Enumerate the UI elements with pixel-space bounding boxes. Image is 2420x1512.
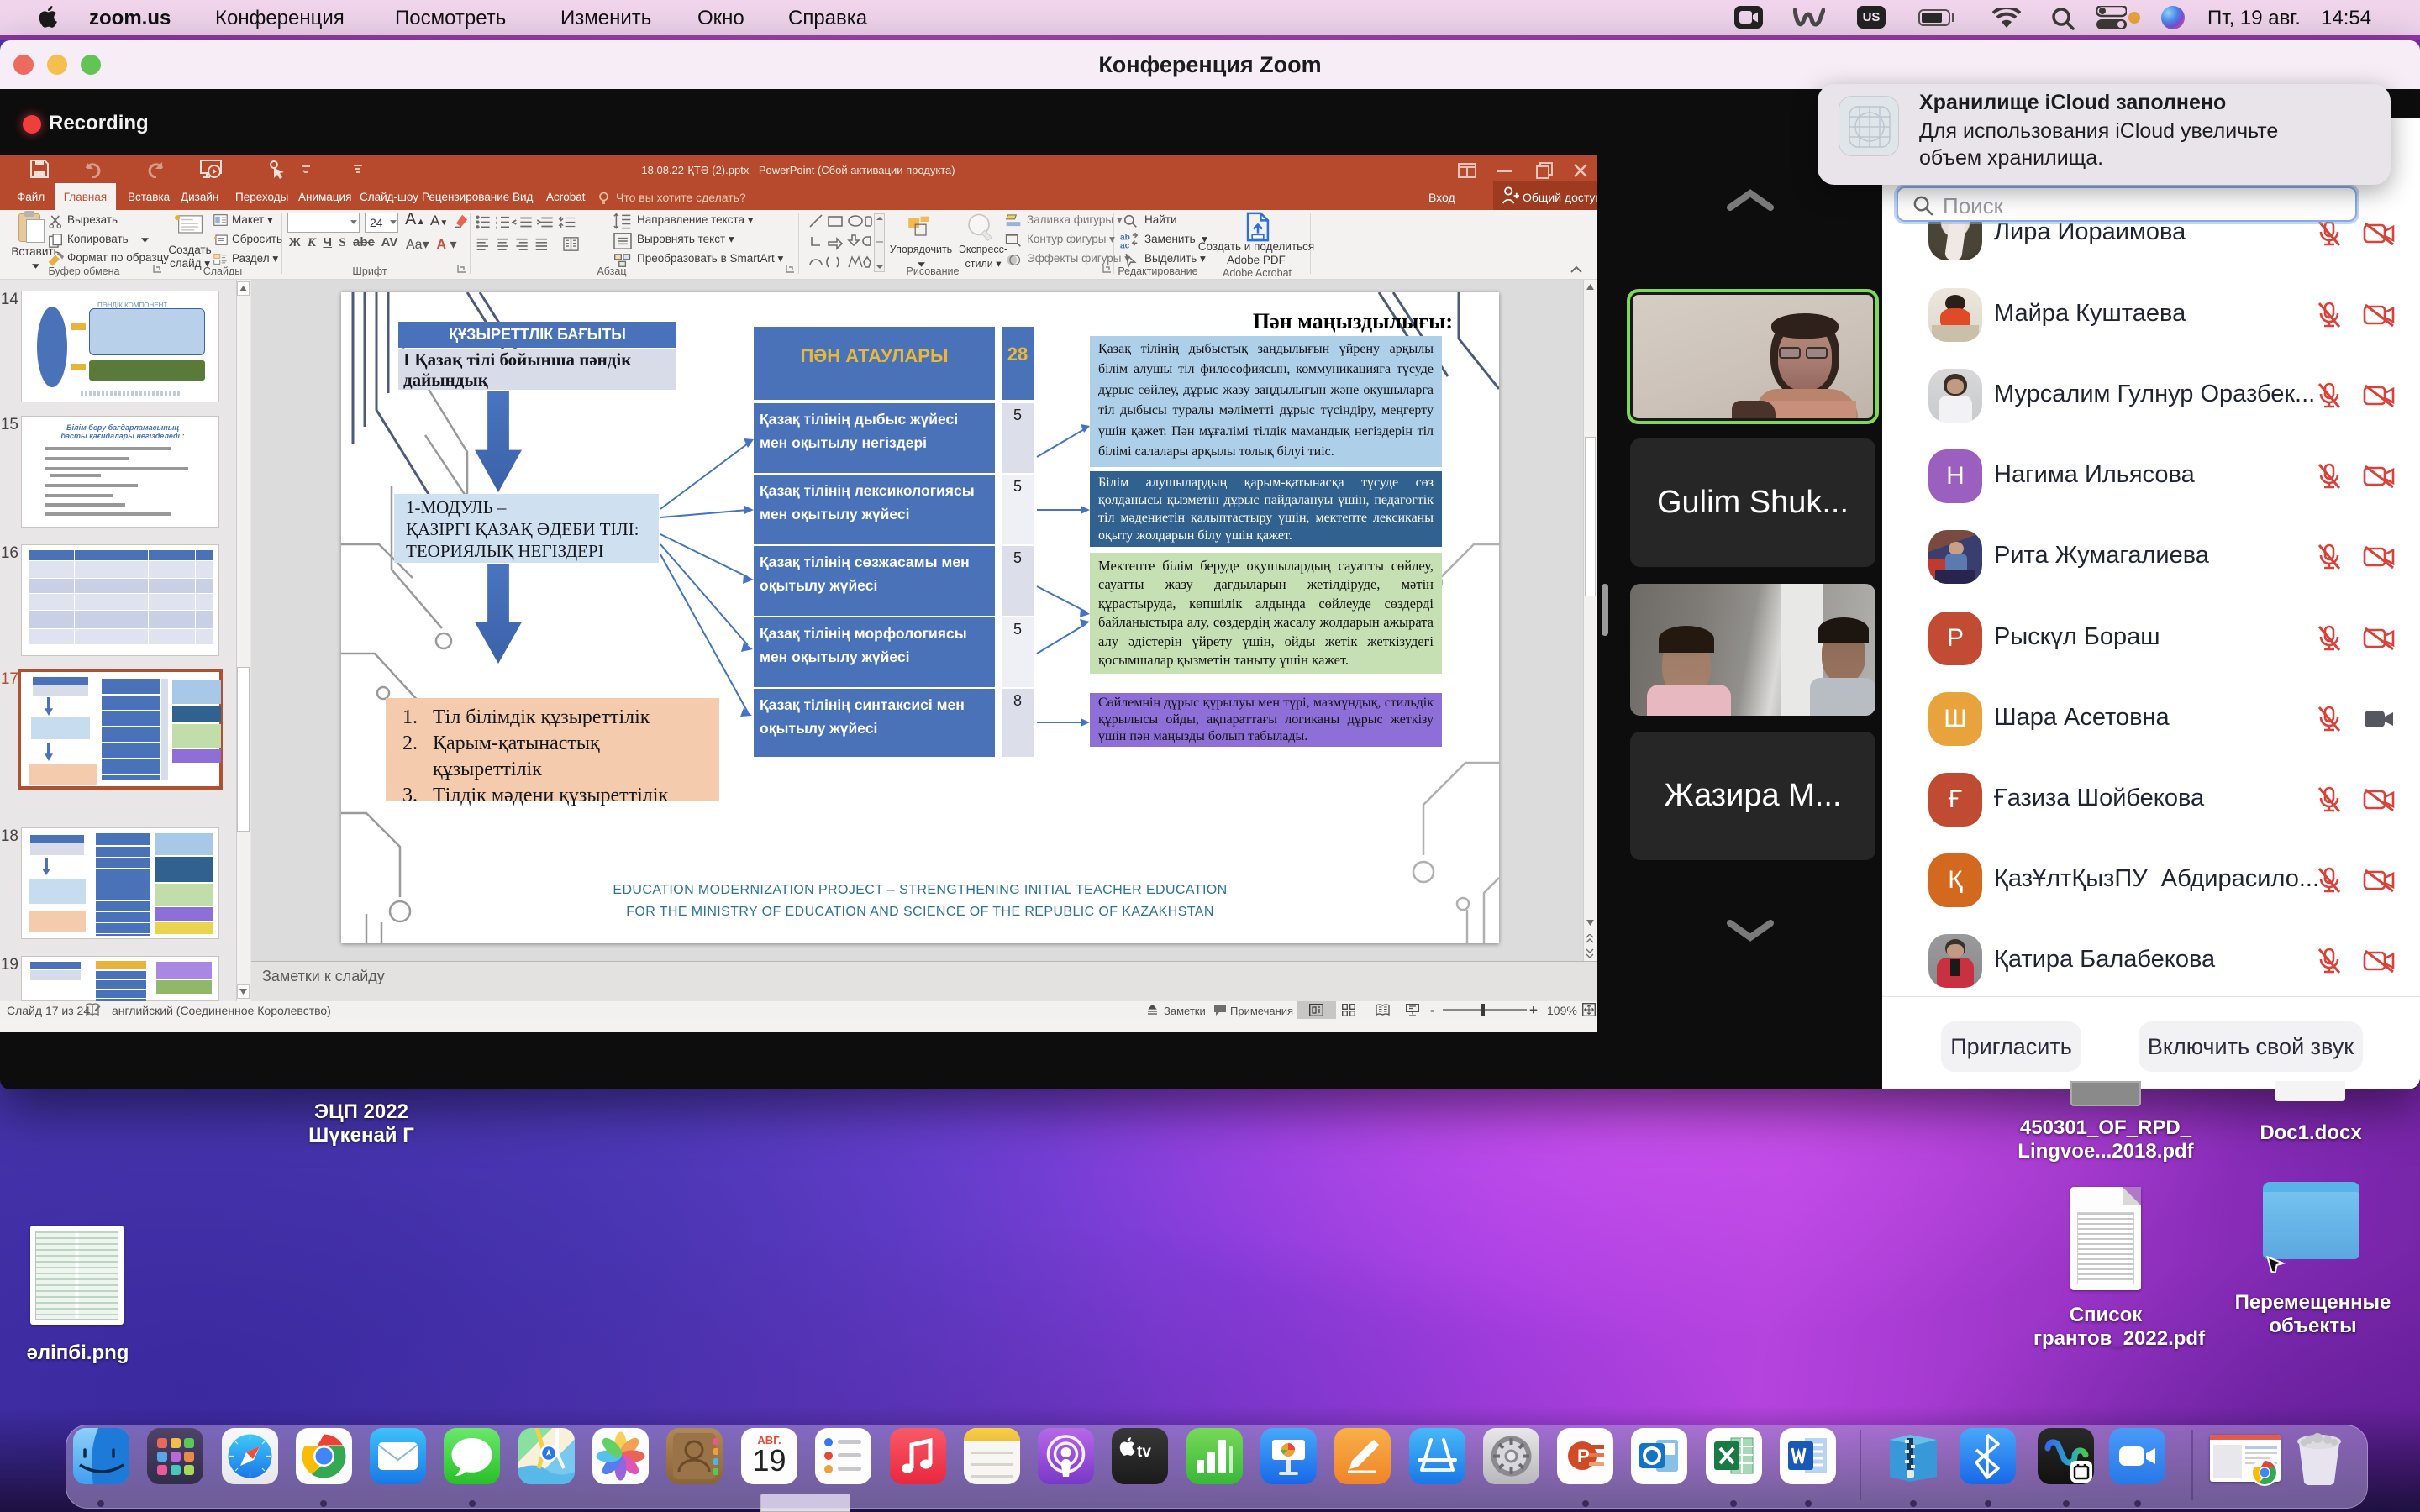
svg-text:ac: ac	[1120, 242, 1130, 249]
svg-text:tv: tv	[1137, 1443, 1151, 1461]
svg-text:P: P	[1577, 1446, 1590, 1467]
